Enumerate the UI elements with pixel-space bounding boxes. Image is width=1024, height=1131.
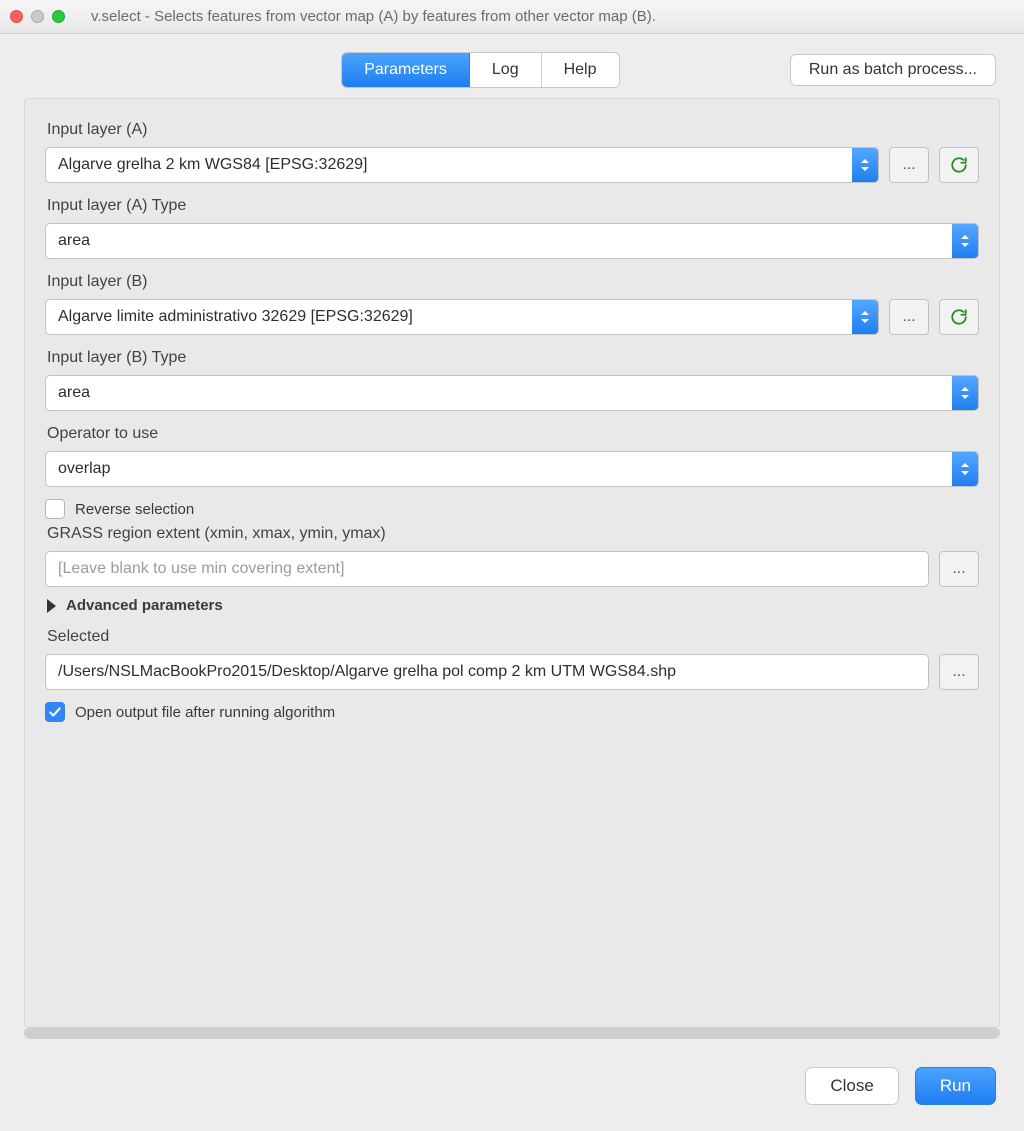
input-b-iterate-button[interactable] — [939, 299, 979, 335]
input-a-iterate-button[interactable] — [939, 147, 979, 183]
input-b-browse-button[interactable]: ... — [889, 299, 929, 335]
label-input-b: Input layer (B) — [47, 273, 979, 291]
dialog-footer: Close Run — [0, 1049, 1024, 1131]
tab-help[interactable]: Help — [542, 53, 619, 87]
input-b-type-value: area — [46, 384, 952, 402]
open-output-checkbox[interactable] — [45, 702, 65, 722]
extent-input[interactable] — [45, 551, 929, 587]
reverse-selection-label: Reverse selection — [75, 501, 194, 518]
operator-value: overlap — [46, 460, 952, 478]
label-input-a-type: Input layer (A) Type — [47, 197, 979, 215]
input-a-spinner-icon — [852, 148, 878, 182]
input-a-type-spinner-icon — [952, 224, 978, 258]
ellipsis-icon: ... — [902, 308, 915, 326]
checkmark-icon — [48, 705, 62, 719]
input-a-browse-button[interactable]: ... — [889, 147, 929, 183]
titlebar: v.select - Selects features from vector … — [0, 0, 1024, 34]
run-as-batch-button[interactable]: Run as batch process... — [790, 54, 996, 86]
reverse-selection-checkbox[interactable] — [45, 499, 65, 519]
selected-browse-button[interactable]: ... — [939, 654, 979, 690]
input-a-value: Algarve grelha 2 km WGS84 [EPSG:32629] — [46, 156, 852, 174]
window-close-button[interactable] — [10, 10, 23, 23]
top-row: Parameters Log Help Run as batch process… — [0, 34, 1024, 98]
window-zoom-button[interactable] — [52, 10, 65, 23]
input-b-type-spinner-icon — [952, 376, 978, 410]
parameters-panel: Input layer (A) Algarve grelha 2 km WGS8… — [24, 98, 1000, 1028]
ellipsis-icon: ... — [952, 560, 965, 578]
ellipsis-icon: ... — [952, 663, 965, 681]
disclosure-triangle-icon — [47, 599, 56, 613]
label-selected: Selected — [47, 628, 979, 646]
iterate-icon — [950, 308, 968, 326]
extent-browse-button[interactable]: ... — [939, 551, 979, 587]
horizontal-scrollbar[interactable] — [24, 1027, 1000, 1039]
close-button[interactable]: Close — [805, 1067, 898, 1105]
input-a-type-value: area — [46, 232, 952, 250]
advanced-parameters-label: Advanced parameters — [66, 597, 223, 614]
traffic-lights — [10, 10, 65, 23]
label-input-a: Input layer (A) — [47, 121, 979, 139]
tab-log[interactable]: Log — [470, 53, 542, 87]
tab-group: Parameters Log Help — [341, 52, 619, 88]
window-title: v.select - Selects features from vector … — [85, 8, 1014, 25]
open-output-label: Open output file after running algorithm — [75, 704, 335, 721]
input-a-combo[interactable]: Algarve grelha 2 km WGS84 [EPSG:32629] — [45, 147, 879, 183]
input-b-combo[interactable]: Algarve limite administrativo 32629 [EPS… — [45, 299, 879, 335]
run-button[interactable]: Run — [915, 1067, 996, 1105]
ellipsis-icon: ... — [902, 156, 915, 174]
selected-output-input[interactable] — [45, 654, 929, 690]
input-b-spinner-icon — [852, 300, 878, 334]
input-b-type-combo[interactable]: area — [45, 375, 979, 411]
window-minimize-button[interactable] — [31, 10, 44, 23]
advanced-parameters-disclosure[interactable]: Advanced parameters — [47, 597, 979, 614]
dialog-window: v.select - Selects features from vector … — [0, 0, 1024, 1131]
tab-parameters[interactable]: Parameters — [342, 53, 470, 87]
operator-combo[interactable]: overlap — [45, 451, 979, 487]
iterate-icon — [950, 156, 968, 174]
label-input-b-type: Input layer (B) Type — [47, 349, 979, 367]
scrollbar-thumb[interactable] — [24, 1027, 1000, 1039]
input-b-value: Algarve limite administrativo 32629 [EPS… — [46, 308, 852, 326]
label-extent: GRASS region extent (xmin, xmax, ymin, y… — [47, 525, 979, 543]
label-operator: Operator to use — [47, 425, 979, 443]
input-a-type-combo[interactable]: area — [45, 223, 979, 259]
operator-spinner-icon — [952, 452, 978, 486]
